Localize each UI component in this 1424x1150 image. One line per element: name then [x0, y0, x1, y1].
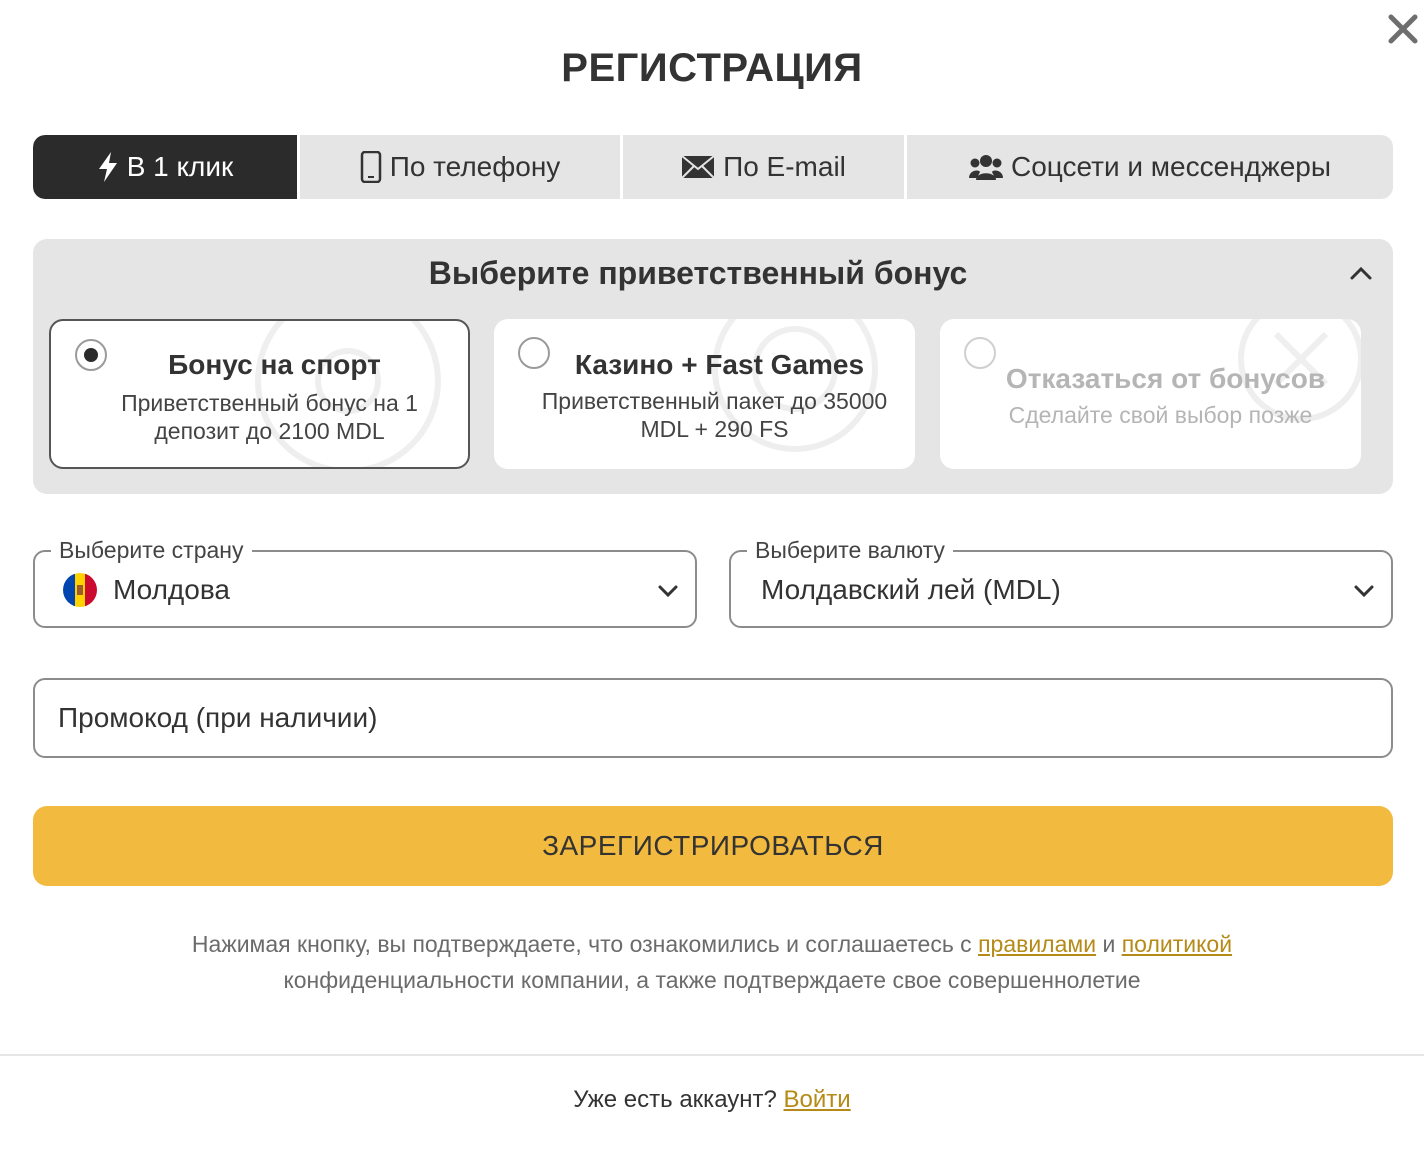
tab-label: Соцсети и мессенджеры	[1010, 151, 1332, 182]
registration-tabs: В 1 клик По телефону По E-mail Соцсети и…	[33, 135, 1393, 199]
tab-email[interactable]: По E-mail	[620, 135, 904, 199]
bonus-option-description: Приветственный бонус на 1 депозит до 210…	[121, 390, 418, 444]
country-select-value: Молдова	[113, 574, 230, 605]
close-icon	[1388, 14, 1418, 44]
terms-text-part3: конфиденциальности компании, а также под…	[283, 967, 1141, 993]
tab-one-click[interactable]: В 1 клик	[33, 135, 297, 199]
envelope-icon	[681, 155, 715, 179]
bonus-option-decline[interactable]: Отказаться от бонусов Сделайте свой выбо…	[940, 319, 1361, 469]
close-button[interactable]	[1386, 12, 1420, 46]
bonus-option-title: Отказаться от бонусов	[1005, 363, 1326, 394]
bonus-heading: Выберите приветственный бонус	[428, 255, 968, 291]
tab-label: По E-mail	[723, 151, 846, 182]
login-prompt: Уже есть аккаунт? Войти	[0, 1086, 1424, 1114]
tab-social[interactable]: Соцсети и мессенджеры	[904, 135, 1393, 199]
bonus-option-sport[interactable]: Бонус на спорт Приветственный бонус на 1…	[49, 319, 470, 469]
country-select[interactable]: Выберите страну Молдова	[33, 535, 697, 628]
privacy-policy-link[interactable]: политикой	[1122, 931, 1232, 957]
rules-link[interactable]: правилами	[978, 931, 1096, 957]
currency-select-value: Молдавский лей (MDL)	[761, 574, 1061, 605]
login-prompt-text: Уже есть аккаунт?	[573, 1086, 784, 1113]
chevron-down-icon	[1354, 585, 1374, 598]
tab-phone[interactable]: По телефону	[297, 135, 620, 199]
bonus-collapse-toggle[interactable]	[1347, 259, 1375, 287]
moldova-flag-icon	[63, 573, 97, 607]
bonus-option-description: Сделайте свой выбор позже	[1008, 402, 1313, 428]
phone-icon	[360, 151, 382, 183]
login-link[interactable]: Войти	[784, 1086, 851, 1113]
divider	[0, 1054, 1424, 1056]
users-icon	[968, 153, 1003, 181]
tab-label: В 1 клик	[126, 151, 234, 182]
bonus-panel: Выберите приветственный бонус Бонус на с…	[33, 239, 1393, 494]
dialog-title: РЕГИСТРАЦИЯ	[561, 46, 863, 90]
country-select-label: Выберите страну	[51, 535, 252, 565]
terms-text-part2: и	[1096, 931, 1122, 957]
currency-select[interactable]: Выберите валюту Молдавский лей (MDL)	[729, 535, 1393, 628]
currency-select-label: Выберите валюту	[747, 535, 953, 565]
register-button[interactable]: ЗАРЕГИСТРИРОВАТЬСЯ	[33, 806, 1393, 886]
promo-code-input[interactable]	[35, 680, 1391, 756]
promo-code-field	[33, 678, 1393, 758]
bonus-option-title: Казино + Fast Games	[574, 349, 865, 380]
tab-label: По телефону	[389, 151, 561, 182]
lightning-icon	[97, 151, 119, 183]
terms-text: Нажимая кнопку, вы подтверждаете, что оз…	[0, 926, 1424, 998]
chevron-down-icon	[658, 585, 678, 598]
terms-text-part1: Нажимая кнопку, вы подтверждаете, что оз…	[191, 931, 979, 957]
bonus-option-description: Приветственный пакет до 35000 MDL + 290 …	[541, 388, 888, 442]
bonus-option-casino[interactable]: Казино + Fast Games Приветственный пакет…	[494, 319, 915, 469]
bonus-option-title: Бонус на спорт	[168, 349, 381, 380]
chevron-up-icon	[1350, 266, 1372, 280]
